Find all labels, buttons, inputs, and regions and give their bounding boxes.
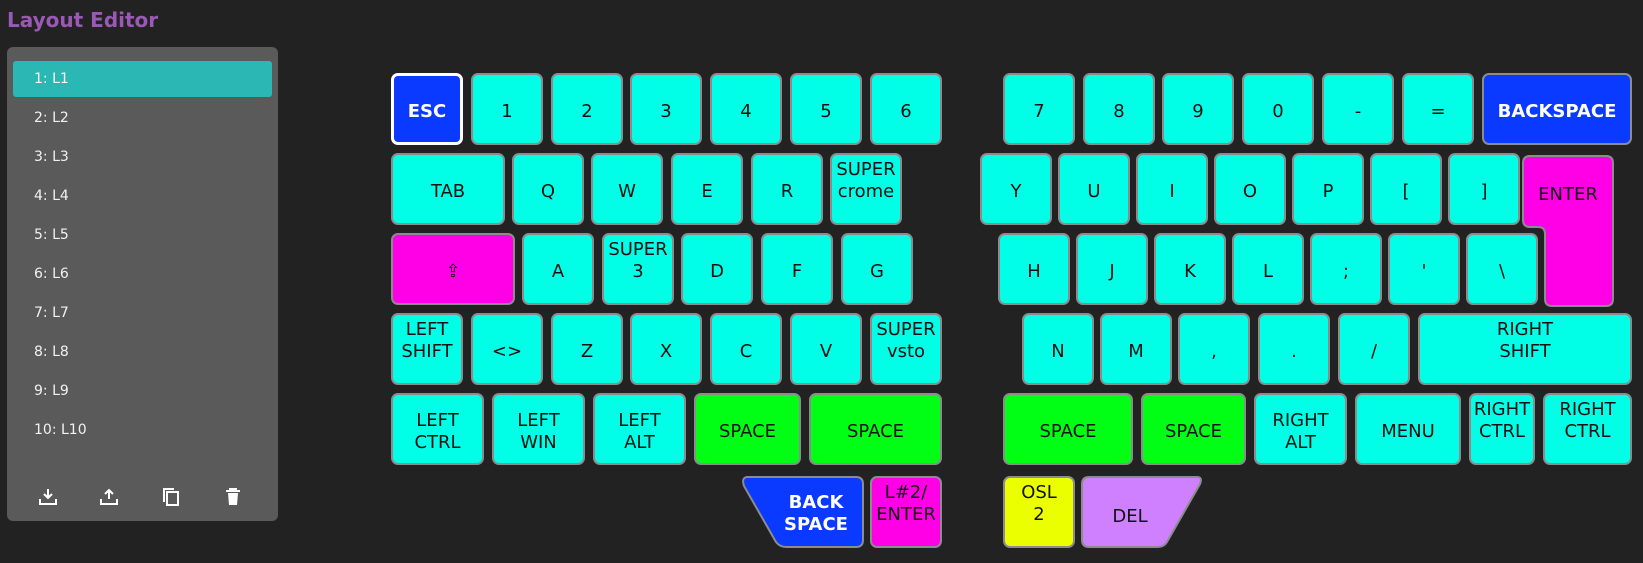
layer-item-10[interactable]: 10: L10: [13, 412, 272, 448]
key-backslash[interactable]: \: [1466, 233, 1538, 305]
key-n[interactable]: N: [1022, 313, 1094, 385]
key-8[interactable]: 8: [1083, 73, 1155, 145]
key-d[interactable]: D: [681, 233, 753, 305]
key-0[interactable]: 0: [1242, 73, 1314, 145]
key-space-4[interactable]: SPACE: [1141, 393, 1246, 465]
key-capslock[interactable]: ⇪: [391, 233, 515, 305]
layer-item-4[interactable]: 4: L4: [13, 178, 272, 214]
key-q[interactable]: Q: [512, 153, 584, 225]
key-left-ctrl[interactable]: LEFT CTRL: [391, 393, 484, 465]
key-u[interactable]: U: [1058, 153, 1130, 225]
key-f[interactable]: F: [761, 233, 833, 305]
key-backspace[interactable]: BACKSPACE: [1482, 73, 1632, 145]
key-tab[interactable]: TAB: [391, 153, 505, 225]
key-r[interactable]: R: [751, 153, 823, 225]
key-k[interactable]: K: [1154, 233, 1226, 305]
key-left-win[interactable]: LEFT WIN: [492, 393, 585, 465]
key-bracket-left[interactable]: [: [1370, 153, 1442, 225]
key-w[interactable]: W: [591, 153, 663, 225]
key-l[interactable]: L: [1232, 233, 1304, 305]
key-semicolon[interactable]: ;: [1310, 233, 1382, 305]
download-icon[interactable]: [33, 482, 63, 512]
key-9[interactable]: 9: [1162, 73, 1234, 145]
key-left-alt[interactable]: LEFT ALT: [593, 393, 686, 465]
layer-item-2[interactable]: 2: L2: [13, 100, 272, 136]
key-space-2[interactable]: SPACE: [809, 393, 942, 465]
key-super-3[interactable]: SUPER 3: [602, 233, 674, 305]
key-super-vsto[interactable]: SUPER vsto: [870, 313, 942, 385]
layer-item-6[interactable]: 6: L6: [13, 256, 272, 292]
layer-item-7[interactable]: 7: L7: [13, 295, 272, 331]
key-minus[interactable]: -: [1322, 73, 1394, 145]
key-super-crome[interactable]: SUPER crome: [830, 153, 902, 225]
key-layer-enter[interactable]: L#2/ ENTER: [870, 476, 942, 548]
key-o[interactable]: O: [1214, 153, 1286, 225]
key-a[interactable]: A: [522, 233, 594, 305]
key-3[interactable]: 3: [630, 73, 702, 145]
key-menu[interactable]: MENU: [1355, 393, 1461, 465]
key-right-shift[interactable]: RIGHT SHIFT: [1418, 313, 1632, 385]
key-period[interactable]: .: [1258, 313, 1330, 385]
layer-item-5[interactable]: 5: L5: [13, 217, 272, 253]
key-v[interactable]: V: [790, 313, 862, 385]
key-right-ctrl-2[interactable]: RIGHT CTRL: [1543, 393, 1632, 465]
key-bracket-right[interactable]: ]: [1448, 153, 1520, 225]
key-c[interactable]: C: [710, 313, 782, 385]
delete-icon[interactable]: [218, 482, 248, 512]
key-thumb-backspace[interactable]: [742, 476, 864, 548]
upload-icon[interactable]: [94, 482, 124, 512]
key-right-ctrl-1[interactable]: RIGHT CTRL: [1469, 393, 1535, 465]
key-e[interactable]: E: [671, 153, 743, 225]
key-esc[interactable]: ESC: [391, 73, 463, 145]
key-7[interactable]: 7: [1003, 73, 1075, 145]
layer-panel: 1: L1 2: L2 3: L3 4: L4 5: L5 6: L6 7: L…: [7, 47, 278, 521]
key-left-shift[interactable]: LEFT SHIFT: [391, 313, 463, 385]
layer-toolbar: [7, 482, 278, 512]
key-6[interactable]: 6: [870, 73, 942, 145]
layer-item-9[interactable]: 9: L9: [13, 373, 272, 409]
key-5[interactable]: 5: [790, 73, 862, 145]
key-quote[interactable]: ': [1388, 233, 1460, 305]
key-angle-brackets[interactable]: <>: [471, 313, 543, 385]
layer-item-1[interactable]: 1: L1: [13, 61, 272, 97]
key-comma[interactable]: ,: [1178, 313, 1250, 385]
key-2[interactable]: 2: [551, 73, 623, 145]
key-1[interactable]: 1: [471, 73, 543, 145]
key-z[interactable]: Z: [551, 313, 623, 385]
key-space-3[interactable]: SPACE: [1003, 393, 1133, 465]
key-right-alt[interactable]: RIGHT ALT: [1254, 393, 1347, 465]
key-j[interactable]: J: [1076, 233, 1148, 305]
key-del[interactable]: [1081, 476, 1203, 548]
key-h[interactable]: H: [998, 233, 1070, 305]
key-osl-2[interactable]: OSL 2: [1003, 476, 1075, 548]
key-m[interactable]: M: [1100, 313, 1172, 385]
key-y[interactable]: Y: [980, 153, 1052, 225]
key-x[interactable]: X: [630, 313, 702, 385]
key-space-1[interactable]: SPACE: [694, 393, 801, 465]
key-equals[interactable]: =: [1402, 73, 1474, 145]
key-4[interactable]: 4: [710, 73, 782, 145]
app-title: Layout Editor: [7, 8, 159, 32]
key-i[interactable]: I: [1136, 153, 1208, 225]
key-p[interactable]: P: [1292, 153, 1364, 225]
layer-item-3[interactable]: 3: L3: [13, 139, 272, 175]
layer-item-8[interactable]: 8: L8: [13, 334, 272, 370]
key-slash[interactable]: /: [1338, 313, 1410, 385]
copy-icon[interactable]: [156, 482, 186, 512]
key-g[interactable]: G: [841, 233, 913, 305]
